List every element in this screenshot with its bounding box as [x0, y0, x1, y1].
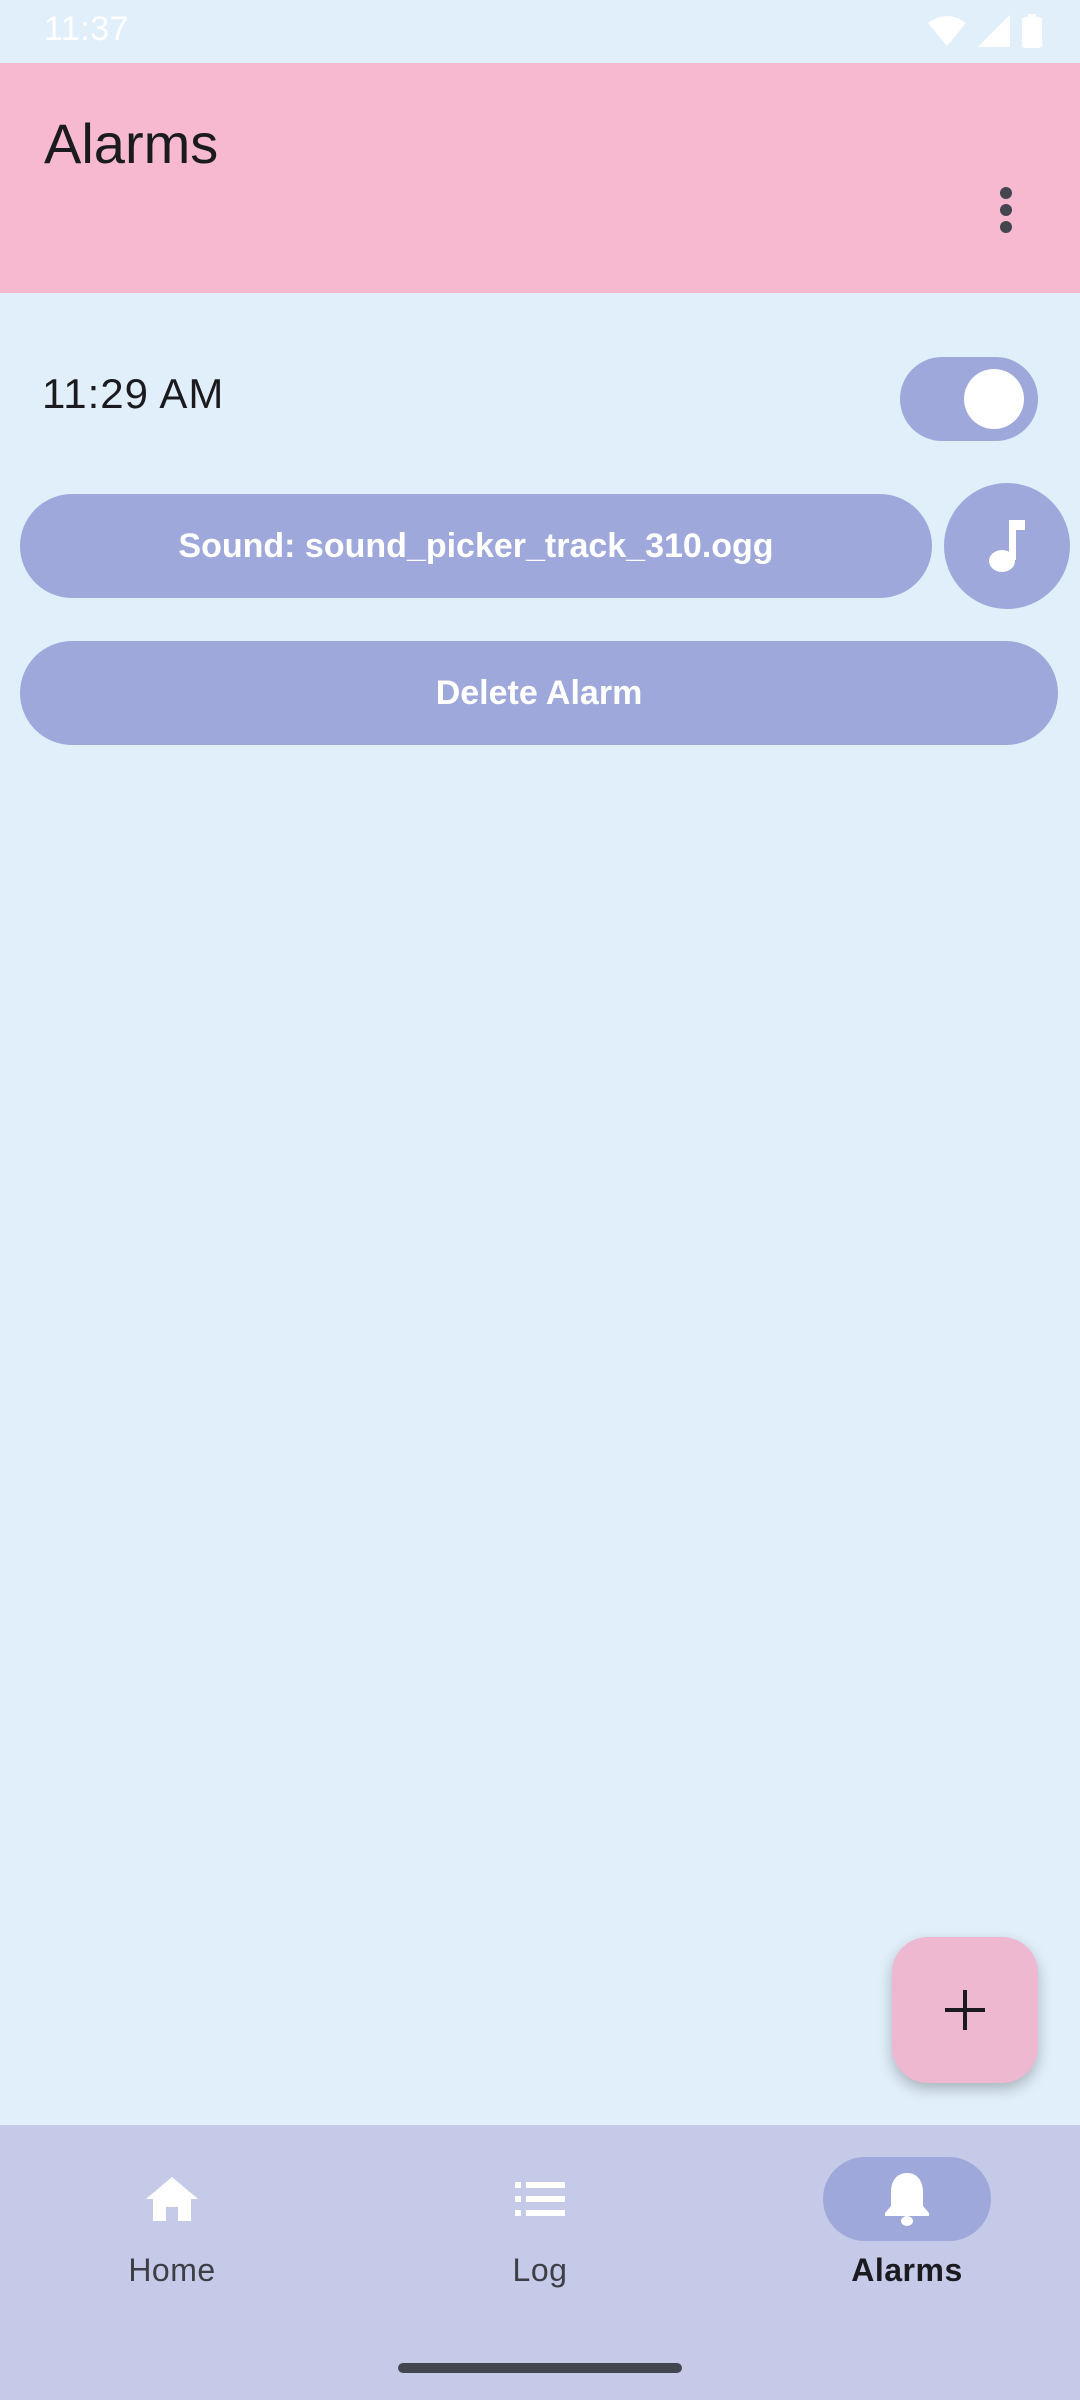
delete-alarm-button[interactable]: Delete Alarm	[20, 641, 1058, 745]
plus-icon	[945, 1990, 985, 2030]
bottom-navigation: Home Log Alarms	[0, 2125, 1080, 2400]
battery-icon	[1022, 14, 1042, 48]
list-icon	[515, 2182, 565, 2216]
overflow-menu-button[interactable]	[975, 170, 1037, 250]
nav-item-alarms[interactable]: Alarms	[787, 2125, 1027, 2325]
sound-picker-button[interactable]: Sound: sound_picker_track_310.ogg	[20, 494, 932, 598]
wifi-icon	[928, 16, 966, 46]
more-vert-icon	[1000, 187, 1012, 233]
nav-indicator	[456, 2157, 624, 2241]
add-alarm-button[interactable]	[892, 1937, 1038, 2083]
nav-indicator-active	[823, 2157, 991, 2241]
nav-label-home: Home	[128, 2252, 216, 2288]
alarm-enabled-toggle[interactable]	[900, 357, 1038, 441]
nav-item-home[interactable]: Home	[52, 2125, 292, 2325]
top-app-bar	[0, 63, 1080, 293]
cell-signal-icon	[978, 15, 1010, 47]
status-icons	[928, 14, 1042, 48]
nav-item-log[interactable]: Log	[420, 2125, 660, 2325]
nav-indicator	[88, 2157, 256, 2241]
toggle-thumb	[964, 369, 1024, 429]
music-picker-button[interactable]	[944, 483, 1070, 609]
status-bar: 11:37	[0, 0, 1080, 63]
gesture-navigation-bar[interactable]	[398, 2363, 682, 2373]
alarm-time[interactable]: 11:29 AM	[42, 370, 224, 418]
nav-label-log: Log	[512, 2252, 568, 2288]
nav-label-alarms: Alarms	[851, 2252, 963, 2288]
music-note-icon	[989, 520, 1025, 572]
status-time: 11:37	[44, 10, 130, 48]
page-title: Alarms	[44, 112, 219, 175]
home-icon	[146, 2177, 198, 2221]
bell-icon	[885, 2173, 929, 2226]
